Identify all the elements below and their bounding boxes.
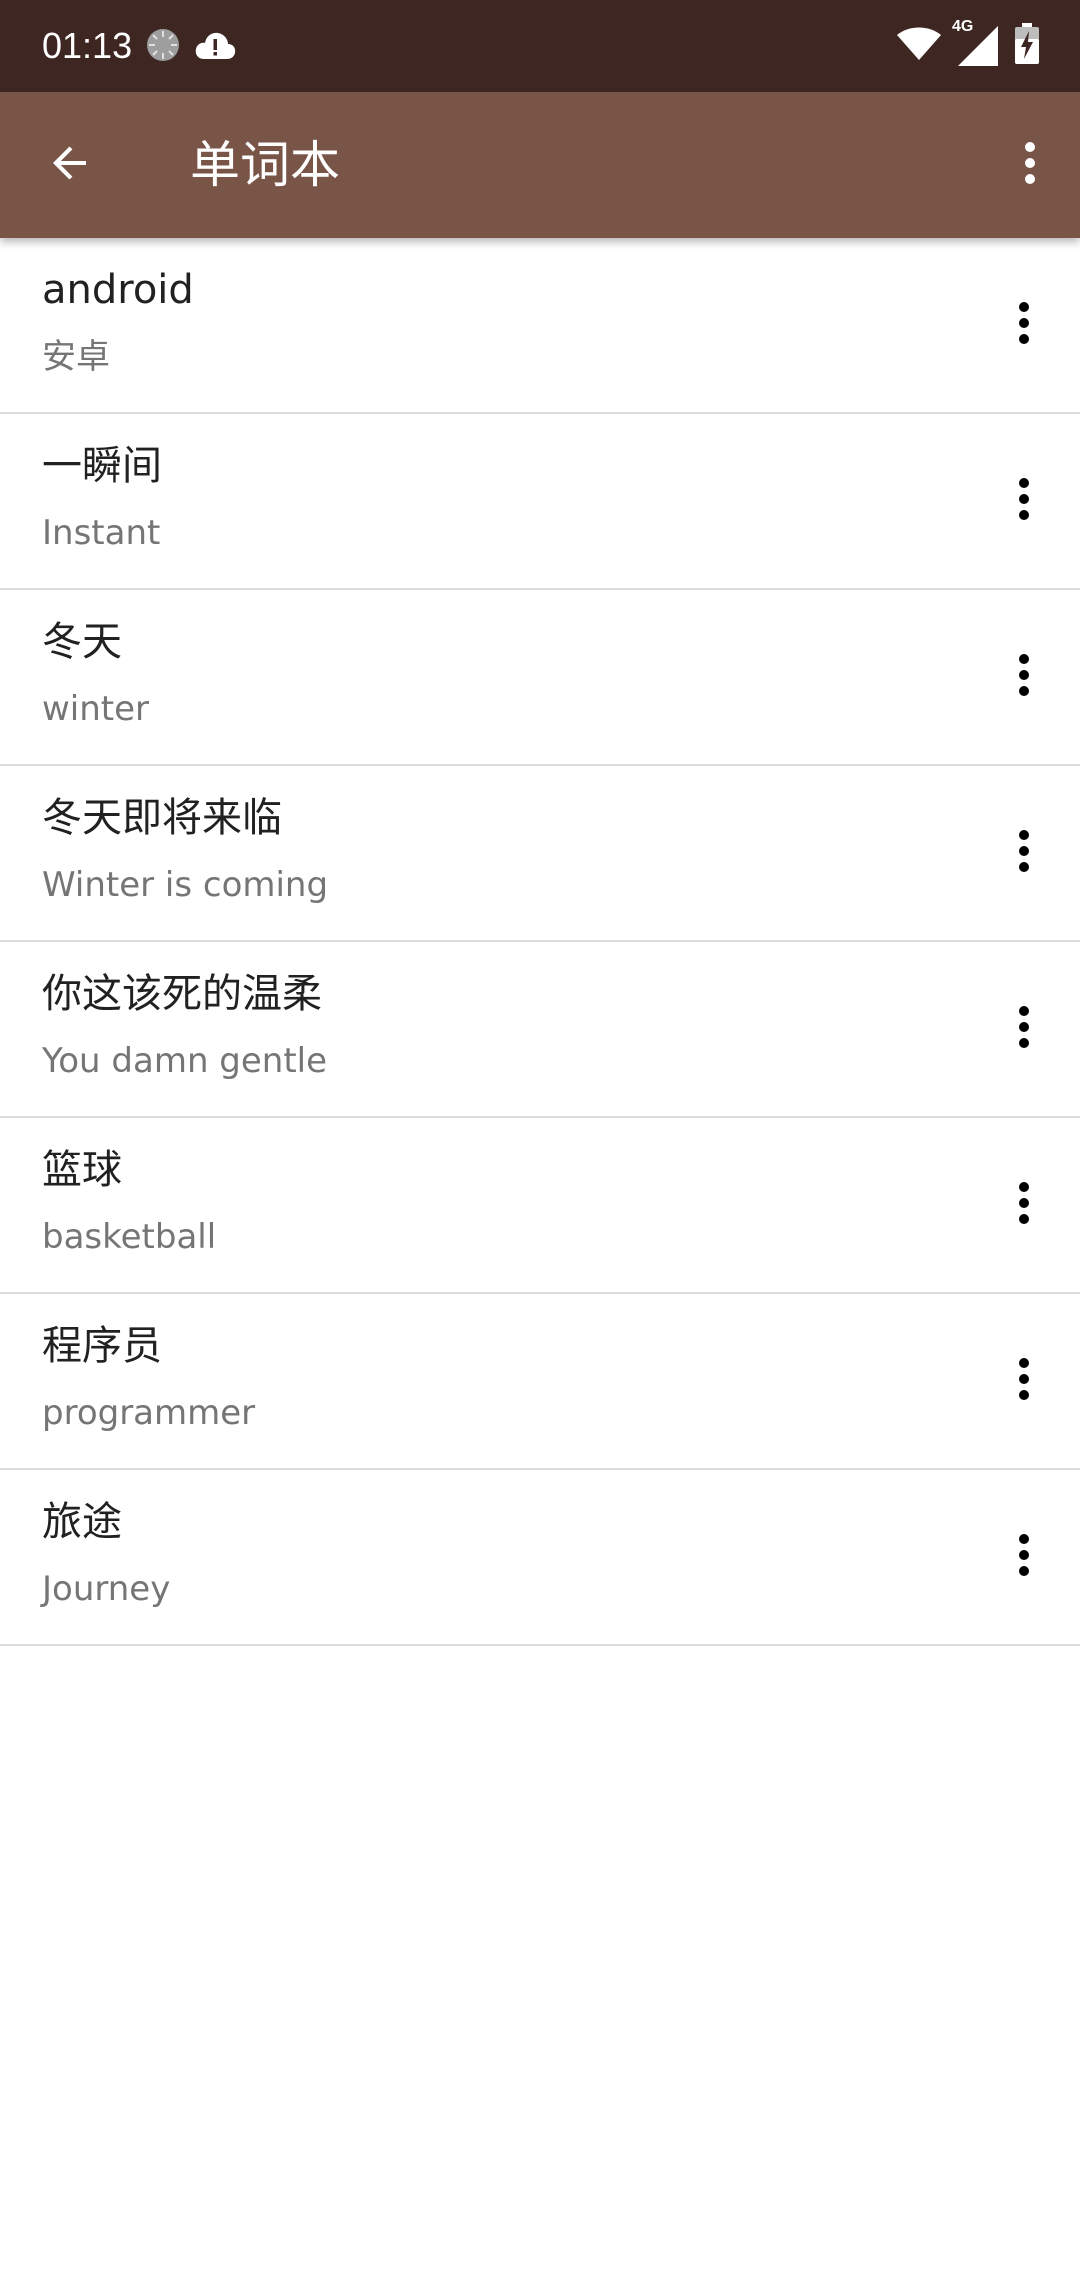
word-translation: Instant bbox=[42, 513, 161, 553]
word-list-item[interactable]: 篮球 basketball bbox=[0, 1118, 1080, 1294]
word-text: 你这该死的温柔 bbox=[42, 971, 322, 1017]
app-bar: 单词本 bbox=[0, 92, 1080, 238]
cloud-alert-icon bbox=[193, 27, 237, 67]
word-translation: You damn gentle bbox=[42, 1041, 328, 1081]
item-menu-button[interactable] bbox=[984, 813, 1064, 893]
item-menu-button[interactable] bbox=[984, 637, 1064, 717]
arrow-left-icon bbox=[46, 139, 94, 191]
battery-icon bbox=[1014, 23, 1040, 69]
item-menu-button[interactable] bbox=[984, 1165, 1064, 1245]
loading-icon bbox=[145, 27, 181, 67]
word-text: 冬天即将来临 bbox=[42, 795, 282, 841]
more-vert-icon bbox=[1016, 1003, 1032, 1055]
word-list-item[interactable]: 你这该死的温柔 You damn gentle bbox=[0, 942, 1080, 1118]
word-translation: Winter is coming bbox=[42, 865, 329, 905]
status-time: 01:13 bbox=[42, 25, 133, 66]
more-vert-icon bbox=[1016, 1531, 1032, 1583]
back-button[interactable] bbox=[30, 125, 110, 205]
word-list-item[interactable]: 程序员 programmer bbox=[0, 1294, 1080, 1470]
item-menu-button[interactable] bbox=[984, 1341, 1064, 1421]
word-text: 旅途 bbox=[42, 1499, 122, 1545]
item-menu-button[interactable] bbox=[984, 989, 1064, 1069]
item-menu-button[interactable] bbox=[984, 1517, 1064, 1597]
word-list: android 安卓 一瞬间 Instant 冬天 winter 冬天即将来临 … bbox=[0, 238, 1080, 1646]
word-list-item[interactable]: 旅途 Journey bbox=[0, 1470, 1080, 1646]
more-vert-icon bbox=[1016, 651, 1032, 703]
more-vert-icon bbox=[1016, 1179, 1032, 1231]
word-list-item[interactable]: 冬天 winter bbox=[0, 590, 1080, 766]
word-translation: Journey bbox=[42, 1569, 171, 1609]
word-text: 程序员 bbox=[42, 1323, 162, 1369]
word-text: 冬天 bbox=[42, 619, 122, 665]
word-list-item[interactable]: 一瞬间 Instant bbox=[0, 414, 1080, 590]
more-vert-icon bbox=[1022, 139, 1038, 191]
more-vert-icon bbox=[1016, 299, 1032, 351]
word-text: 篮球 bbox=[42, 1147, 122, 1193]
more-vert-icon bbox=[1016, 475, 1032, 527]
overflow-menu-button[interactable] bbox=[990, 125, 1070, 205]
word-translation: winter bbox=[42, 689, 150, 729]
signal-icon: 4G bbox=[952, 18, 1000, 68]
word-translation: 安卓 bbox=[42, 337, 110, 377]
word-translation: programmer bbox=[42, 1393, 256, 1433]
more-vert-icon bbox=[1016, 827, 1032, 879]
status-left-icons bbox=[145, 26, 237, 68]
wifi-icon bbox=[896, 26, 942, 66]
status-right-icons: 4G bbox=[896, 18, 1040, 70]
word-text: android bbox=[42, 267, 194, 313]
page-title: 单词本 bbox=[190, 136, 340, 194]
item-menu-button[interactable] bbox=[984, 461, 1064, 541]
more-vert-icon bbox=[1016, 1355, 1032, 1407]
status-bar: 01:13 4G bbox=[0, 0, 1080, 92]
word-list-item[interactable]: 冬天即将来临 Winter is coming bbox=[0, 766, 1080, 942]
word-list-item[interactable]: android 安卓 bbox=[0, 238, 1080, 414]
word-translation: basketball bbox=[42, 1217, 217, 1257]
item-menu-button[interactable] bbox=[984, 285, 1064, 365]
word-text: 一瞬间 bbox=[42, 443, 162, 489]
